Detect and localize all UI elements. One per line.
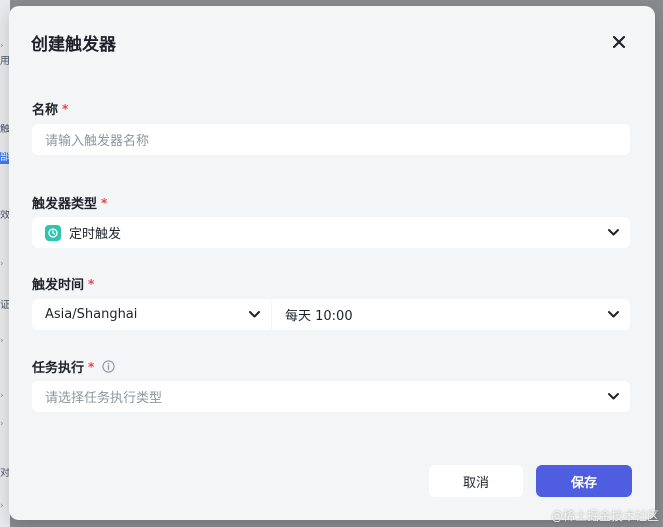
close-icon (612, 35, 626, 49)
trigger-type-label-text: 触发器类型 (32, 197, 98, 212)
trigger-type-value: 定时触发 (69, 227, 122, 242)
timezone-select[interactable]: Asia/Shanghai (32, 299, 271, 330)
frequency-value: 每天 10:00 (285, 309, 353, 324)
timezone-value: Asia/Shanghai (45, 307, 138, 322)
required-mark: * (88, 359, 95, 374)
name-label-text: 名称 (32, 103, 59, 118)
name-input[interactable]: 请输入触发器名称 (32, 124, 630, 155)
trigger-time-label-text: 触发时间 (32, 278, 85, 293)
chevron-down-icon (608, 229, 619, 236)
chevron-down-icon (608, 311, 619, 318)
task-label: 任务执行 * (32, 357, 115, 376)
create-trigger-dialog: 创建触发器 名称 * 请输入触发器名称 触发器类型 * 定时触发 触发时间 * … (9, 6, 655, 520)
trigger-type-select[interactable]: 定时触发 (32, 217, 630, 248)
chevron-down-icon (608, 393, 619, 400)
dialog-title: 创建触发器 (31, 35, 116, 55)
required-mark: * (88, 276, 95, 291)
info-icon[interactable] (102, 360, 115, 373)
cancel-button[interactable]: 取消 (429, 465, 523, 497)
chevron-down-icon (249, 311, 260, 318)
trigger-time-label: 触发时间 * (32, 274, 95, 294)
required-mark: * (101, 195, 108, 210)
save-button[interactable]: 保存 (536, 465, 632, 497)
name-input-placeholder: 请输入触发器名称 (45, 134, 150, 149)
trigger-type-label: 触发器类型 * (32, 193, 108, 213)
task-type-select[interactable]: 请选择任务执行类型 (32, 381, 630, 412)
name-label: 名称 * (32, 99, 69, 119)
task-label-text: 任务执行 (32, 361, 85, 376)
watermark: @稀土掘金技术社区 (550, 509, 659, 523)
required-mark: * (62, 101, 69, 116)
clock-icon (45, 224, 61, 241)
task-type-placeholder: 请选择任务执行类型 (45, 391, 163, 406)
frequency-select[interactable]: 每天 10:00 (272, 299, 630, 330)
close-button[interactable] (608, 31, 630, 53)
